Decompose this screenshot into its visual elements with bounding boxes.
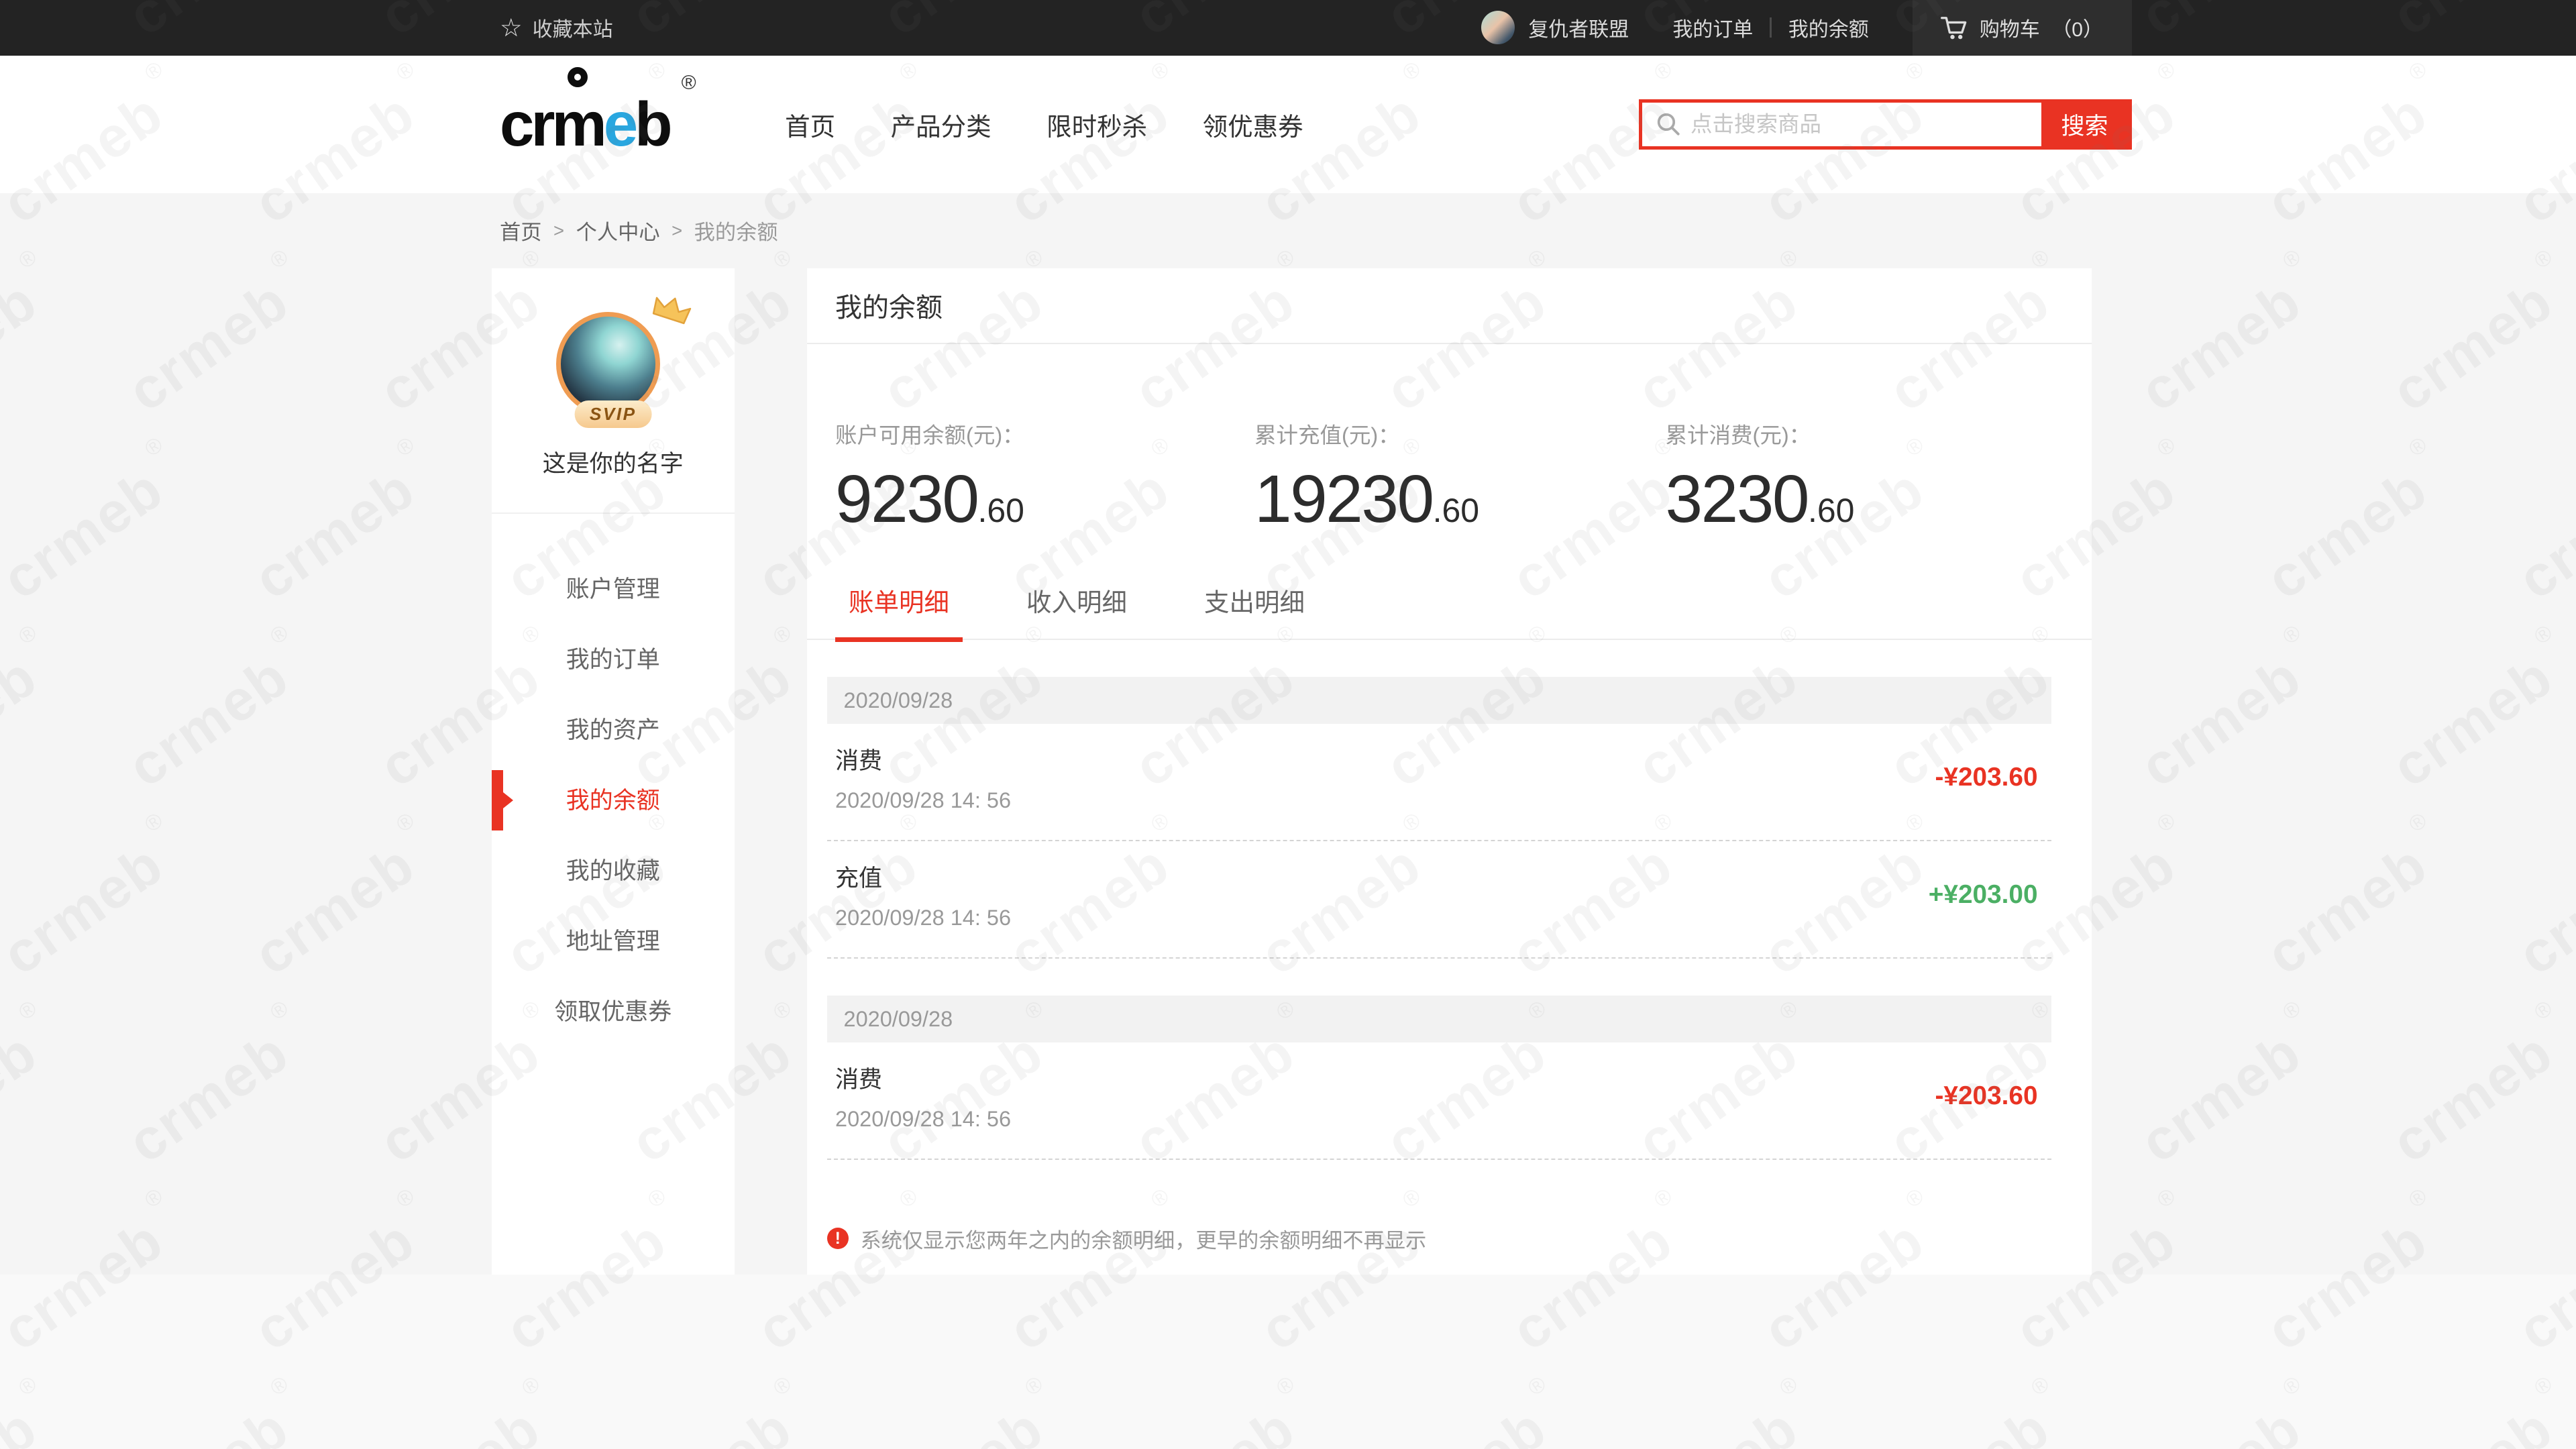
date-group-header: 2020/09/28 <box>827 996 2051 1042</box>
crmeb-logo[interactable]: crmeb ® <box>500 93 693 156</box>
logo-text: cr <box>500 89 551 159</box>
username[interactable]: 复仇者联盟 <box>1528 13 1629 42</box>
search-bar: 搜索 <box>1639 99 2132 150</box>
breadcrumb-current: 我的余额 <box>694 215 778 246</box>
active-marker <box>492 770 504 830</box>
search-button[interactable]: 搜索 <box>2041 103 2129 146</box>
transaction-time: 2020/09/28 14: 56 <box>835 1107 1011 1132</box>
breadcrumb-separator: > <box>672 220 682 241</box>
transaction-amount: +¥203.00 <box>1929 880 2038 910</box>
page-title: 我的余额 <box>807 268 2092 344</box>
available-balance-value: 9230 <box>835 462 977 537</box>
transaction-type: 消费 <box>835 742 1011 776</box>
breadcrumb-user-center[interactable]: 个人中心 <box>576 215 660 246</box>
cart-icon <box>1941 15 1968 41</box>
user-sidebar: SVIP 这是你的名字 账户管理 我的订单 我的资产 我的余额 我的收藏 地址管… <box>492 268 735 1275</box>
balance-stats: 账户可用余额(元)： 9230.60 累计充值(元)： 19230.60 累计消… <box>807 418 2092 539</box>
stat-total-recharge: 累计充值(元)： 19230.60 <box>1254 418 1666 539</box>
topbar-divider <box>1770 17 1772 38</box>
transaction-time: 2020/09/28 14: 56 <box>835 906 1011 930</box>
balance-panel: 我的余额 账户可用余额(元)： 9230.60 累计充值(元)： 19230.6… <box>807 268 2092 1275</box>
nav-item-flash-sale[interactable]: 限时秒杀 <box>1046 106 1147 143</box>
cart-button[interactable]: 购物车 （0） <box>1913 0 2132 56</box>
topbar-link-my-orders[interactable]: 我的订单 <box>1672 13 1753 42</box>
svip-badge: SVIP <box>574 400 651 428</box>
sidebar-item-address[interactable]: 地址管理 <box>492 906 735 977</box>
tab-bill-details[interactable]: 账单明细 <box>835 582 963 642</box>
registered-mark: ® <box>682 73 696 93</box>
transaction-row: 消费 2020/09/28 14: 56 -¥203.60 <box>827 1042 2051 1160</box>
main-nav: 首页 产品分类 限时秒杀 领优惠券 <box>785 106 1303 143</box>
tab-expense-details[interactable]: 支出明细 <box>1191 582 1318 642</box>
sidebar-item-account[interactable]: 账户管理 <box>492 554 735 625</box>
search-icon <box>1656 111 1681 137</box>
history-notice: ! 系统仅显示您两年之内的余额明细，更早的余额明细不再显示 <box>827 1224 2092 1254</box>
sidebar-item-orders[interactable]: 我的订单 <box>492 625 735 695</box>
topbar: ☆ 收藏本站 复仇者联盟 我的订单 我的余额 购物车 （0） <box>0 0 2576 56</box>
site-header: crmeb ® 首页 产品分类 限时秒杀 领优惠券 搜索 <box>0 56 2576 193</box>
sidebar-menu: 账户管理 我的订单 我的资产 我的余额 我的收藏 地址管理 领取优惠券 <box>492 554 735 1047</box>
user-nickname: 这是你的名字 <box>492 445 735 479</box>
sidebar-item-assets[interactable]: 我的资产 <box>492 695 735 765</box>
transaction-list: 2020/09/28 消费 2020/09/28 14: 56 -¥203.60… <box>807 677 2092 1160</box>
detail-tabs: 账单明细 收入明细 支出明细 <box>807 582 2092 640</box>
nav-item-home[interactable]: 首页 <box>785 106 835 143</box>
cart-count: （0） <box>2051 13 2103 42</box>
tab-income-details[interactable]: 收入明细 <box>1013 582 1140 642</box>
favorite-site-label: 收藏本站 <box>533 13 613 42</box>
user-avatar-small[interactable] <box>1481 11 1515 44</box>
total-recharge-value: 19230 <box>1254 462 1433 537</box>
nav-item-coupons[interactable]: 领优惠券 <box>1203 106 1303 143</box>
topbar-link-my-balance[interactable]: 我的余额 <box>1788 13 1869 42</box>
sidebar-divider <box>492 513 735 514</box>
logo-ring-dot <box>568 67 588 87</box>
stat-total-spent: 累计消费(元)： 3230.60 <box>1666 418 1855 539</box>
warning-icon: ! <box>827 1228 849 1250</box>
star-icon: ☆ <box>500 15 523 41</box>
sidebar-item-favorites[interactable]: 我的收藏 <box>492 836 735 906</box>
breadcrumb: 首页 > 个人中心 > 我的余额 <box>500 193 2132 269</box>
history-notice-text: 系统仅显示您两年之内的余额明细，更早的余额明细不再显示 <box>861 1224 1427 1254</box>
search-input[interactable] <box>1690 112 2041 137</box>
sidebar-item-balance[interactable]: 我的余额 <box>492 765 735 836</box>
transaction-type: 消费 <box>835 1061 1011 1095</box>
transaction-amount: -¥203.60 <box>1935 763 2038 792</box>
date-group-header: 2020/09/28 <box>827 677 2051 724</box>
crown-icon <box>645 290 695 337</box>
nav-item-categories[interactable]: 产品分类 <box>891 106 991 143</box>
total-spent-value: 3230 <box>1666 462 1808 537</box>
sidebar-item-get-coupons[interactable]: 领取优惠券 <box>492 977 735 1047</box>
transaction-type: 充值 <box>835 859 1011 894</box>
favorite-site-link[interactable]: ☆ 收藏本站 <box>500 13 613 42</box>
transaction-amount: -¥203.60 <box>1935 1081 2038 1111</box>
breadcrumb-home[interactable]: 首页 <box>500 215 542 246</box>
transaction-time: 2020/09/28 14: 56 <box>835 788 1011 813</box>
breadcrumb-separator: > <box>553 220 564 241</box>
transaction-row: 消费 2020/09/28 14: 56 -¥203.60 <box>827 724 2051 841</box>
transaction-row: 充值 2020/09/28 14: 56 +¥203.00 <box>827 841 2051 959</box>
stat-available-balance: 账户可用余额(元)： 9230.60 <box>835 418 1254 539</box>
cart-label: 购物车 <box>1980 13 2040 42</box>
